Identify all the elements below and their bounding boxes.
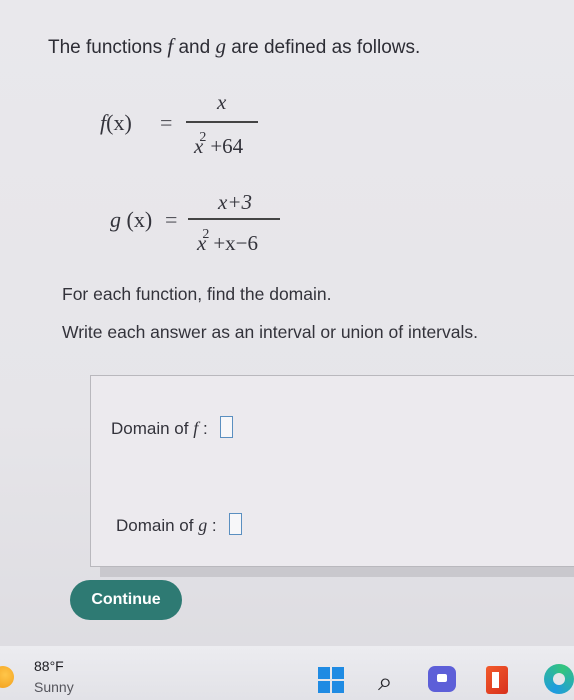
intro-suffix: are defined as follows.	[225, 37, 421, 58]
f-argument: (x)	[106, 110, 132, 135]
g-den-exponent: 2	[202, 227, 210, 242]
domain-g-label: Domain of	[116, 516, 199, 535]
g-equals: =	[165, 207, 178, 232]
f-numerator: x	[217, 90, 227, 114]
domain-f-label: Domain of	[111, 419, 194, 438]
search-icon[interactable]: ⌕	[378, 666, 393, 698]
answer-box: Domain of f : Domain of g :	[90, 375, 574, 567]
f-equals: =	[160, 110, 173, 135]
g-den-rest: +x−6	[213, 231, 259, 255]
office-icon[interactable]	[486, 666, 508, 694]
domain-f-colon: :	[198, 419, 208, 438]
domain-f-row: Domain of f :	[111, 416, 234, 439]
g-lhs: g (x)	[110, 207, 152, 233]
windows-start-icon[interactable]	[318, 667, 344, 693]
domain-g-input[interactable]	[229, 513, 243, 535]
instruction-line-1: For each function, find the domain.	[62, 284, 332, 304]
answer-box-bottom-edge	[100, 567, 574, 577]
f-lhs: f(x)	[100, 110, 132, 136]
problem-page: The functions f and g are defined as fol…	[0, 0, 574, 640]
g-fraction-bar	[188, 218, 280, 220]
chat-icon[interactable]	[428, 666, 456, 692]
f-den-exponent: 2	[199, 130, 207, 145]
continue-button[interactable]: Continue	[70, 580, 182, 620]
domain-g-var: g	[198, 515, 208, 535]
weather-temperature[interactable]: 88°F	[34, 658, 64, 674]
domain-g-colon: :	[207, 516, 217, 535]
problem-intro: The functions f and g are defined as fol…	[48, 34, 420, 59]
weather-condition[interactable]: Sunny	[34, 679, 74, 695]
domain-f-input[interactable]	[220, 416, 234, 438]
intro-text: The functions	[48, 37, 168, 58]
instruction-line-2: Write each answer as an interval or unio…	[62, 322, 478, 342]
edge-icon[interactable]	[544, 664, 574, 694]
f-fraction-bar	[186, 121, 258, 123]
g-numerator: x+3	[218, 190, 252, 214]
domain-g-row: Domain of g :	[116, 513, 243, 536]
g-symbol: g	[110, 207, 121, 232]
g-variable: g	[215, 34, 226, 58]
f-denominator: x2 +64	[194, 130, 244, 159]
weather-sun-icon[interactable]	[0, 666, 14, 688]
g-denominator: x2 +x−6	[197, 227, 259, 256]
intro-and: and	[173, 37, 216, 58]
g-argument: (x)	[121, 207, 153, 232]
taskbar: 88°F Sunny ⌕	[0, 646, 574, 700]
f-den-rest: +64	[210, 134, 244, 158]
